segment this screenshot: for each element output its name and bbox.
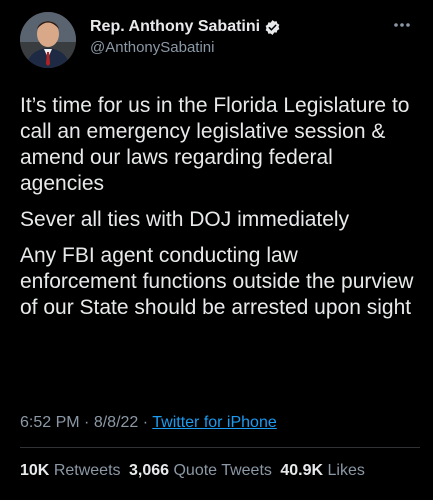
tweet-source-link[interactable]: Twitter for iPhone <box>152 414 277 431</box>
tweet-text: It’s time for us in the Florida Legislat… <box>20 93 420 331</box>
tweet-card: Rep. Anthony Sabatini @AnthonySabatini I… <box>0 0 433 500</box>
divider <box>20 447 420 448</box>
author-display-name[interactable]: Rep. Anthony Sabatini <box>90 18 260 36</box>
tweet-stats: 10K Retweets 3,066 Quote Tweets 40.9K Li… <box>20 462 369 480</box>
tweet-paragraph: It’s time for us in the Florida Legislat… <box>20 94 410 195</box>
more-options-icon[interactable] <box>390 18 414 32</box>
retweets-count: 10K <box>20 462 50 479</box>
verified-badge-icon <box>264 19 281 36</box>
quote-tweets-stat[interactable]: 3,066 Quote Tweets <box>129 462 272 479</box>
retweets-stat[interactable]: 10K Retweets <box>20 462 121 479</box>
author-names: Rep. Anthony Sabatini @AnthonySabatini <box>90 18 281 56</box>
quote-tweets-count: 3,066 <box>128 462 170 479</box>
meta-separator: · <box>142 414 153 431</box>
tweet-time[interactable]: 6:52 PM <box>20 414 80 431</box>
profile-photo-icon <box>20 12 76 68</box>
display-name-row: Rep. Anthony Sabatini <box>90 18 281 36</box>
tweet-date[interactable]: 8/8/22 <box>94 414 138 431</box>
tweet-paragraph: Sever all ties with DOJ immediately <box>20 208 350 231</box>
tweet-header: Rep. Anthony Sabatini @AnthonySabatini <box>20 12 420 72</box>
tweet-meta: 6:52 PM · 8/8/22 · Twitter for iPhone <box>20 414 277 432</box>
retweets-label: Retweets <box>53 462 121 479</box>
author-handle[interactable]: @AnthonySabatini <box>90 39 281 56</box>
likes-count: 40.9K <box>280 462 324 479</box>
likes-label: Likes <box>327 462 365 479</box>
meta-separator: · <box>84 414 94 431</box>
tweet-paragraph: Any FBI agent conducting law enforcement… <box>20 244 414 319</box>
quote-tweets-label: Quote Tweets <box>173 462 272 479</box>
avatar[interactable] <box>20 12 76 68</box>
likes-stat[interactable]: 40.9K Likes <box>280 462 365 479</box>
